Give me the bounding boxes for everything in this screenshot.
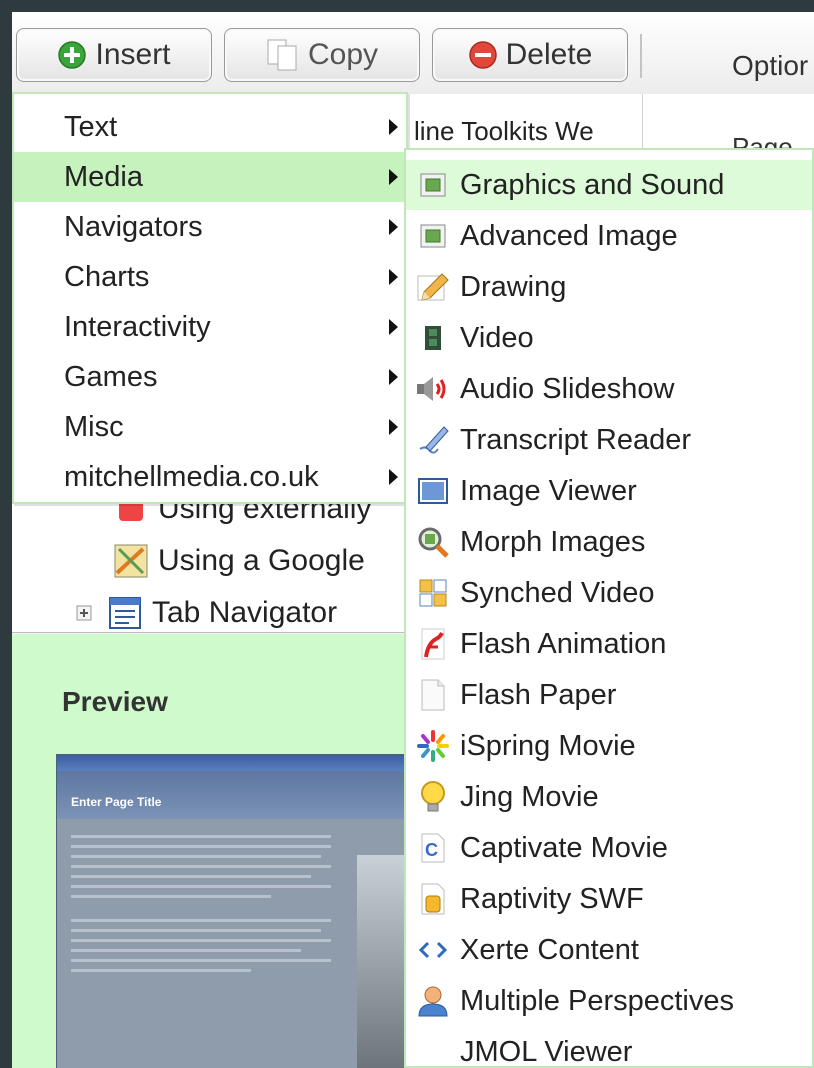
delete-button[interactable]: Delete [432,28,628,82]
raptivity-icon [414,880,452,918]
copy-icon [266,38,300,72]
menu-item-morph-images[interactable]: Morph Images [406,517,812,567]
editor-window: Insert Copy Delete Optior line Toolkits … [12,12,814,1068]
toolbar: Insert Copy Delete Optior [12,12,814,95]
menu-item-mitchellmedia[interactable]: mitchellmedia.co.uk [14,452,406,502]
menu-item-video[interactable]: Video [406,313,812,363]
film-icon [414,319,452,357]
insert-button[interactable]: Insert [16,28,212,82]
menu-item-flash-paper[interactable]: Flash Paper [406,670,812,720]
pencil-icon [414,268,452,306]
preview-thumbnail: Enter Page Title [56,754,418,1068]
menu-item-xerte-content[interactable]: Xerte Content [406,925,812,975]
menu-item-synched-video[interactable]: Synched Video [406,568,812,618]
menu-item-jmol-viewer[interactable]: JMOL Viewer [406,1027,812,1068]
menu-item-text[interactable]: Text [14,102,406,152]
menu-item-captivate-movie[interactable]: C Captivate Movie [406,823,812,873]
insert-menu: Text Media Navigators Charts Interactivi… [12,92,408,504]
menu-item-audio-slideshow[interactable]: Audio Slideshow [406,364,812,414]
menu-item-games[interactable]: Games [14,352,406,402]
image-icon [414,217,452,255]
menu-item-flash-animation[interactable]: Flash Animation [406,619,812,669]
page-tree: Using externally Using a Google Tab Navi… [12,482,405,633]
captivate-icon: C [414,829,452,867]
menu-item-interactivity[interactable]: Interactivity [14,302,406,352]
preview-page-title: Enter Page Title [71,795,162,809]
speaker-icon [414,370,452,408]
submenu-arrow-icon [389,269,398,285]
toolkit-tab[interactable]: line Toolkits We [414,116,594,147]
grid-icon [414,574,452,612]
person-icon [414,982,452,1020]
google-map-icon [112,542,150,580]
tree-item-tab-navigator[interactable]: Tab Navigator [76,594,337,632]
menu-item-raptivity-swf[interactable]: Raptivity SWF [406,874,812,924]
preview-heading: Preview [62,686,168,717]
menu-item-misc[interactable]: Misc [14,402,406,452]
menu-item-advanced-image[interactable]: Advanced Image [406,211,812,261]
tab-navigator-icon [106,594,144,632]
menu-item-media[interactable]: Media [14,152,406,202]
expand-icon[interactable] [76,605,92,621]
menu-item-navigators[interactable]: Navigators [14,202,406,252]
submenu-arrow-icon [389,319,398,335]
menu-item-charts[interactable]: Charts [14,252,406,302]
submenu-arrow-icon [389,419,398,435]
submenu-arrow-icon [389,169,398,185]
menu-item-ispring-movie[interactable]: iSpring Movie [406,721,812,771]
options-menu[interactable]: Optior [732,50,808,82]
menu-item-drawing[interactable]: Drawing [406,262,812,312]
menu-item-multiple-perspectives[interactable]: Multiple Perspectives [406,976,812,1026]
pen-icon [414,421,452,459]
code-icon [414,931,452,969]
minus-icon [468,40,498,70]
submenu-arrow-icon [389,469,398,485]
plus-icon [57,40,87,70]
submenu-arrow-icon [389,119,398,135]
menu-item-image-viewer[interactable]: Image Viewer [406,466,812,516]
toolbar-separator [640,34,642,78]
page-icon [414,676,452,714]
media-submenu: Graphics and Sound Advanced Image Drawin… [404,148,814,1068]
submenu-arrow-icon [389,369,398,385]
flash-icon [414,625,452,663]
window-icon [414,472,452,510]
submenu-arrow-icon [389,219,398,235]
menu-item-jing-movie[interactable]: Jing Movie [406,772,812,822]
svg-text:C: C [425,840,438,860]
tree-item-using-google[interactable]: Using a Google [112,542,365,580]
magnifier-icon [414,523,452,561]
ispring-icon [414,727,452,765]
bulb-icon [414,778,452,816]
copy-button[interactable]: Copy [224,28,420,82]
graphics-icon [414,166,452,204]
menu-item-graphics-and-sound[interactable]: Graphics and Sound [406,160,812,210]
menu-item-transcript-reader[interactable]: Transcript Reader [406,415,812,465]
